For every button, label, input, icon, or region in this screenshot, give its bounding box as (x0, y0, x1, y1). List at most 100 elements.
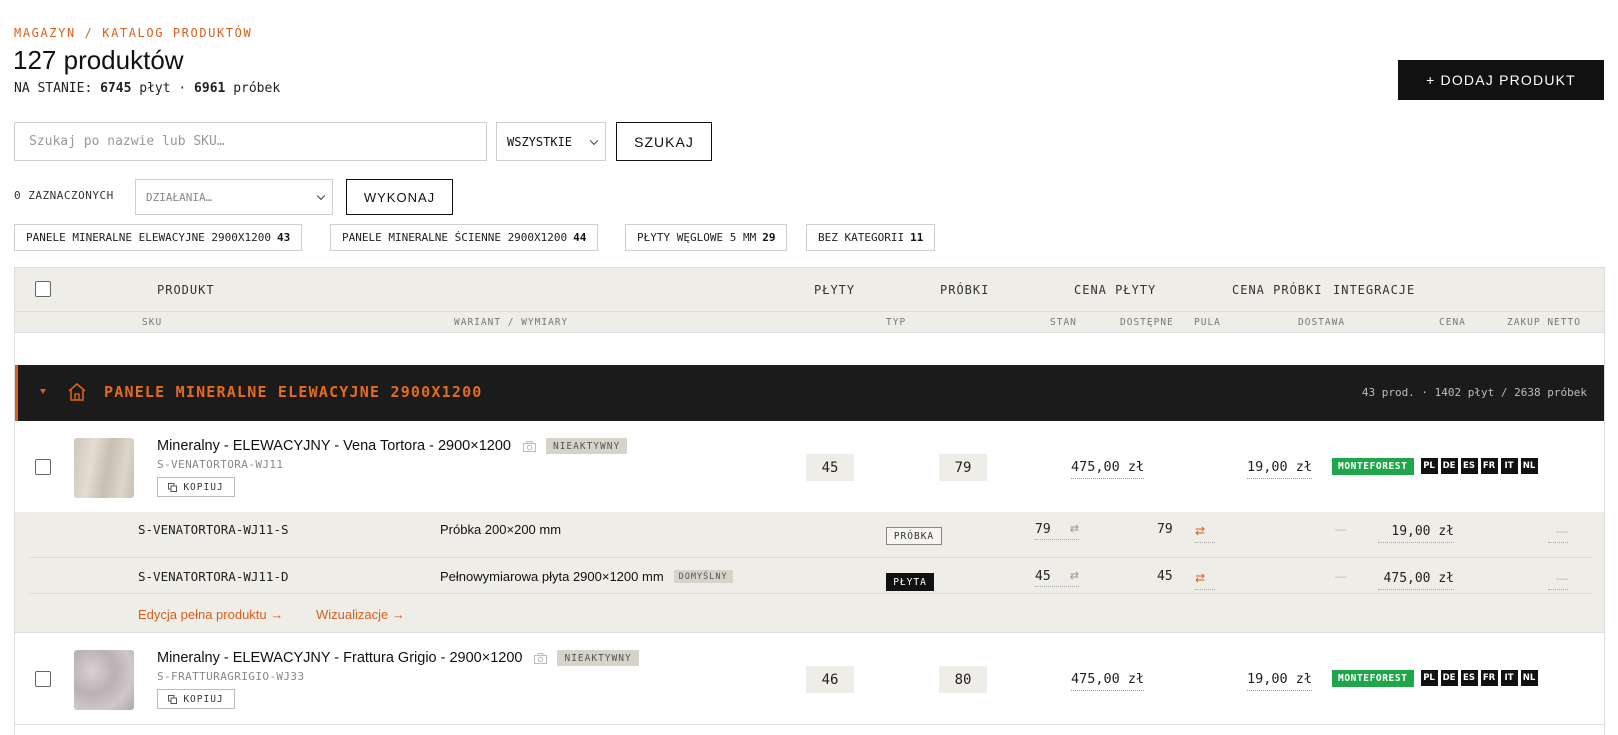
plates-qty[interactable]: 45 (806, 454, 854, 481)
add-product-button[interactable]: + DODAJ PRODUKT (1398, 60, 1604, 100)
variant-available: 79 (1157, 522, 1173, 537)
swap-icon: ⇄ (1069, 570, 1079, 582)
caret-down-icon[interactable] (40, 389, 46, 394)
lang-badge-fr[interactable]: FR (1480, 458, 1498, 474)
category-chip-scienne[interactable]: PANELE MINERALNE ŚCIENNE 2900X1200 44 (330, 224, 599, 251)
variant-net[interactable]: — (1548, 522, 1568, 543)
copy-icon (168, 482, 178, 492)
variant-delivery: — (1335, 569, 1347, 583)
search-button[interactable]: SZUKAJ (616, 122, 712, 161)
category-chip-elewacyjne[interactable]: PANELE MINERALNE ELEWACYJNE 2900X1200 43 (14, 224, 303, 251)
product-name[interactable]: Mineralny - ELEWACYJNY - Vena Tortora - … (157, 438, 511, 454)
variant-stock[interactable]: 45 ⇄ (1035, 569, 1079, 587)
product-row[interactable]: Mineralny - ELEWACYJNY - Vena Tortora - … (15, 421, 1604, 513)
samples-qty[interactable]: 79 (939, 454, 987, 481)
product-name[interactable]: Mineralny - ELEWACYJNY - Frattura Grigio… (157, 650, 522, 666)
variant-net-value: — (1556, 524, 1568, 538)
variant-type-badge: PRÓBKA (886, 527, 942, 545)
row-checkbox[interactable] (35, 671, 51, 687)
lang-badge-fr[interactable]: FR (1480, 670, 1498, 686)
lang-badge-pl[interactable]: PL (1420, 458, 1438, 474)
samples-qty[interactable]: 80 (939, 666, 987, 693)
lang-badge-nl[interactable]: NL (1520, 458, 1538, 474)
page-title: 127 produktów (13, 45, 184, 75)
variant-pool[interactable]: ⇄ (1195, 522, 1215, 543)
col-sku: SKU (142, 317, 163, 328)
lang-badge-nl[interactable]: NL (1520, 670, 1538, 686)
integration-badge[interactable]: MONTEFOREST (1332, 670, 1414, 687)
stock-plates-unit: płyt (139, 81, 171, 96)
visualizations-link[interactable]: Wizualizacje → (316, 607, 405, 622)
product-title-line: Mineralny - ELEWACYJNY - Vena Tortora - … (157, 438, 628, 454)
product-row[interactable]: Mineralny - ELEWACYJNY - Frattura Grigio… (15, 633, 1604, 725)
filter-select-value: WSZYSTKIE (507, 134, 573, 149)
category-chip-count: 11 (910, 231, 924, 244)
camera-icon (534, 652, 548, 664)
product-sku: S-VENATORTORA-WJ11 (157, 458, 284, 471)
chevron-down-icon (589, 136, 599, 145)
variant-stock[interactable]: 79 ⇄ (1035, 522, 1079, 540)
plate-price[interactable]: 475,00 zł (1071, 459, 1145, 479)
col-delivery: DOSTAWA (1298, 317, 1346, 328)
status-badge: NIEAKTYWNY (545, 438, 628, 454)
integration-badge[interactable]: MONTEFOREST (1332, 458, 1414, 475)
col-plates: PŁYTY (814, 283, 856, 297)
col-type: TYP (886, 317, 907, 328)
lang-badge-es[interactable]: ES (1460, 458, 1478, 474)
variant-stock-value: 45 (1035, 569, 1051, 584)
copy-button[interactable]: KOPIUJ (157, 689, 235, 709)
variant-type-badge: PŁYTA (886, 573, 934, 591)
edit-full-product-link[interactable]: Edycja pełna produktu → (138, 607, 283, 622)
table-subheader: SKU WARIANT / WYMIARY TYP STAN DOSTĘPNE … (15, 312, 1604, 333)
select-all-checkbox[interactable] (35, 281, 51, 297)
variant-name-line: Pełnowymiarowa płyta 2900×1200 mm DOMYŚL… (440, 569, 733, 584)
variant-pool[interactable]: ⇄ (1195, 569, 1215, 590)
stock-plates-count: 6745 (100, 81, 132, 96)
product-thumbnail[interactable] (74, 650, 134, 710)
group-title: PANELE MINERALNE ELEWACYJNE 2900X1200 (104, 383, 483, 401)
stock-separator: · (178, 81, 187, 96)
lang-badge-pl[interactable]: PL (1420, 670, 1438, 686)
variant-name: Pełnowymiarowa płyta 2900×1200 mm (440, 569, 664, 584)
variant-delivery: — (1335, 522, 1347, 536)
variant-available: 45 (1157, 569, 1173, 584)
stock-prefix: NA STANIE: (14, 81, 93, 96)
col-price: CENA (1439, 317, 1466, 328)
variant-sku: S-VENATORTORA-WJ11-D (138, 569, 289, 584)
sample-price[interactable]: 19,00 zł (1247, 459, 1313, 479)
lang-badge-it[interactable]: IT (1500, 458, 1518, 474)
product-title-line: Mineralny - ELEWACYJNY - Frattura Grigio… (157, 650, 639, 666)
plates-qty[interactable]: 46 (806, 666, 854, 693)
lang-badge-es[interactable]: ES (1460, 670, 1478, 686)
category-chip-count: 29 (762, 231, 776, 244)
variant-price-value: 475,00 zł (1383, 571, 1454, 586)
stock-samples-unit: próbek (233, 81, 281, 96)
category-chip-label: PANELE MINERALNE ŚCIENNE 2900X1200 (342, 231, 568, 244)
category-chip-bez-kategorii[interactable]: BEZ KATEGORII 11 (806, 224, 936, 251)
copy-label: KOPIUJ (183, 693, 224, 705)
products-table: PRODUKT PŁYTY PRÓBKI CENA PŁYTY CENA PRÓ… (14, 267, 1605, 735)
search-input[interactable]: Szukaj po nazwie lub SKU… (14, 122, 487, 161)
variant-divider (29, 557, 1592, 558)
variant-net[interactable]: — (1548, 569, 1568, 590)
col-plate-price: CENA PŁYTY (1074, 283, 1157, 297)
variant-price[interactable]: 475,00 zł (1378, 569, 1454, 590)
category-chip-count: 43 (277, 231, 291, 244)
plate-price[interactable]: 475,00 zł (1071, 671, 1145, 691)
sample-price[interactable]: 19,00 zł (1247, 671, 1313, 691)
execute-button[interactable]: WYKONAJ (346, 179, 453, 215)
lang-badge-it[interactable]: IT (1500, 670, 1518, 686)
category-chip-weglowe[interactable]: PŁYTY WĘGLOWE 5 MM 29 (625, 224, 788, 251)
col-pool: PULA (1194, 317, 1221, 328)
copy-button[interactable]: KOPIUJ (157, 477, 235, 497)
bulk-actions-select[interactable]: DZIAŁANIA… (135, 179, 333, 215)
product-thumbnail[interactable] (74, 438, 134, 498)
lang-badge-de[interactable]: DE (1440, 670, 1458, 686)
category-group-header[interactable]: PANELE MINERALNE ELEWACYJNE 2900X1200 43… (15, 365, 1604, 421)
col-samples: PRÓBKI (940, 283, 990, 297)
lang-badge-de[interactable]: DE (1440, 458, 1458, 474)
variant-price[interactable]: 19,00 zł (1378, 522, 1454, 543)
filter-select[interactable]: WSZYSTKIE (496, 122, 606, 161)
row-checkbox[interactable] (35, 459, 51, 475)
col-variant: WARIANT / WYMIARY (454, 317, 569, 328)
